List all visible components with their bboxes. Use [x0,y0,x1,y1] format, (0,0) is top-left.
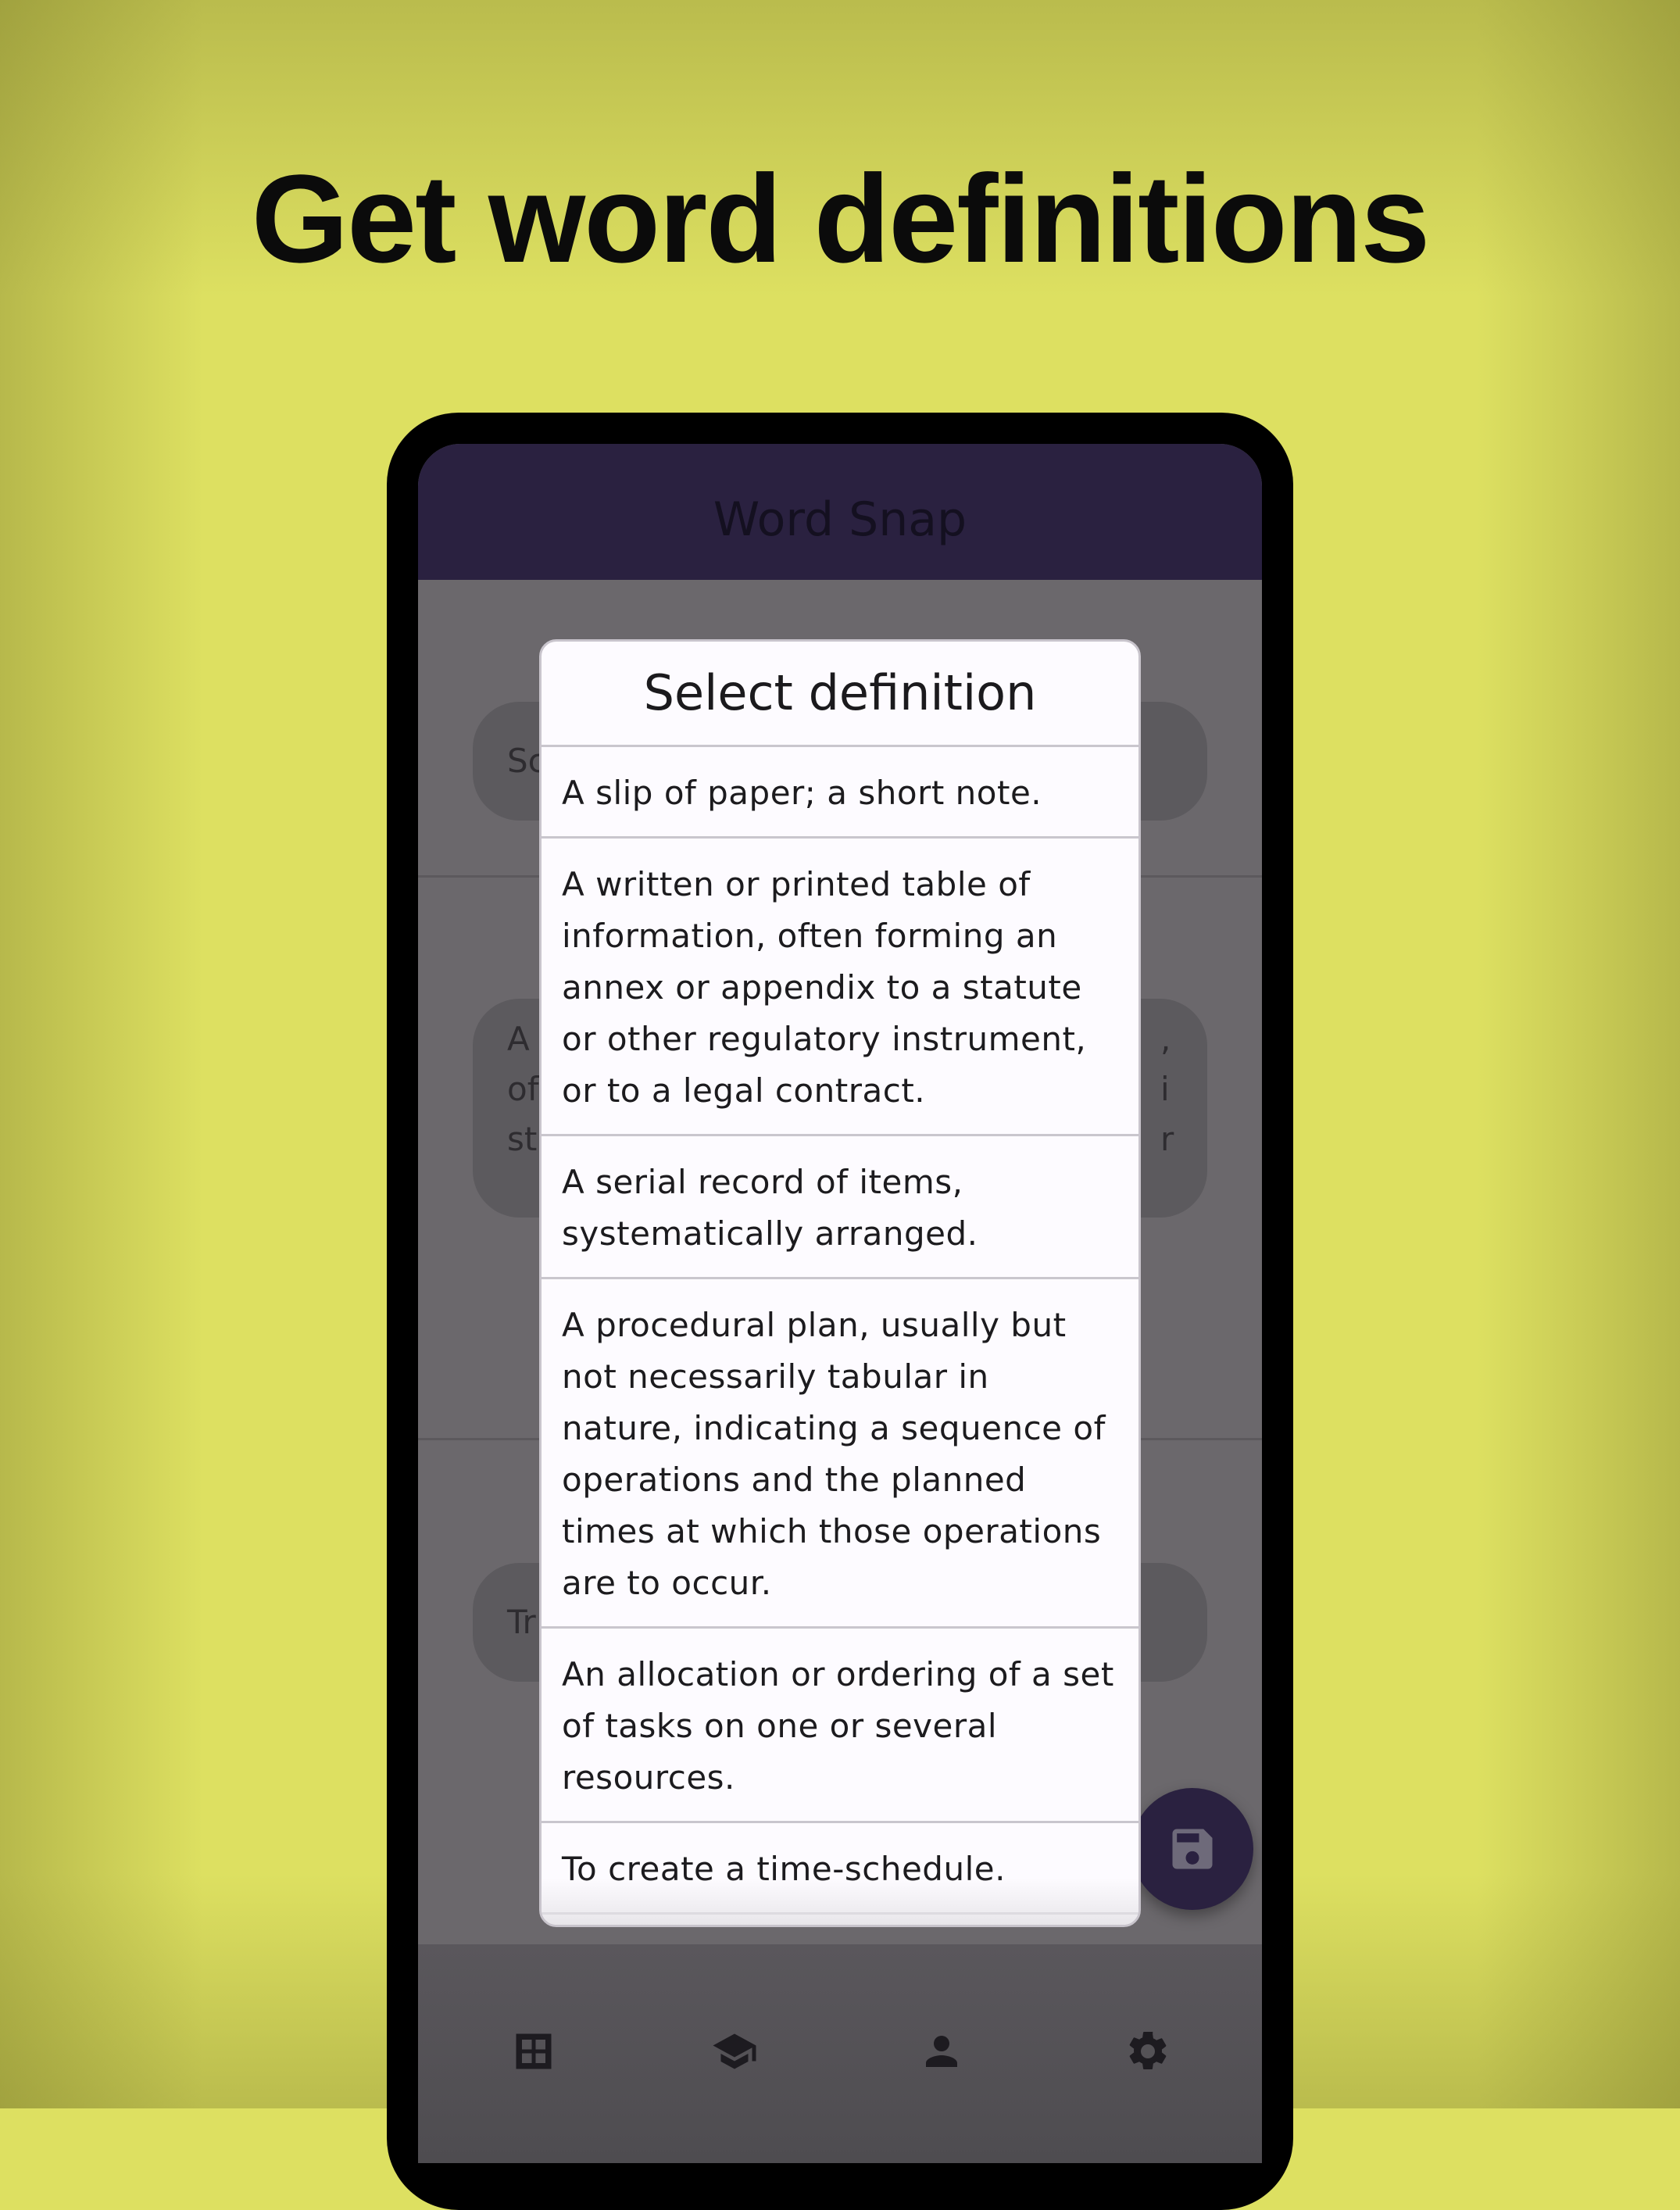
graduation-cap-icon[interactable] [711,2028,758,2075]
person-icon[interactable] [918,2028,965,2075]
definition-text-end-3: r [1160,1120,1174,1158]
scroll-fade [542,1878,1138,1925]
headline: Get word definitions [251,148,1431,288]
gear-icon[interactable] [1124,2028,1171,2075]
select-definition-dialog: Select definition A slip of paper; a sho… [539,639,1141,1927]
definition-text-line-3: st [507,1120,538,1158]
definition-text-end-1: , [1160,1020,1171,1058]
dialog-title: Select definition [542,642,1138,747]
app-title: Word Snap [713,492,967,547]
definition-text-line-2: of [507,1070,539,1108]
dashboard-grid-icon[interactable] [510,2028,557,2075]
definition-option[interactable]: A serial record of items, systematically… [542,1136,1138,1279]
definition-text-line-1: A [507,1020,530,1058]
definition-option[interactable]: A written or printed table of informatio… [542,839,1138,1136]
definition-text-end-2: i [1160,1070,1170,1108]
definition-option[interactable]: An allocation or ordering of a set of ta… [542,1629,1138,1823]
definition-option[interactable]: A slip of paper; a short note. [542,747,1138,839]
app-bar: Word Snap [418,444,1262,580]
definition-option[interactable]: A procedural plan, usually but not neces… [542,1279,1138,1629]
bottom-navigation [418,1944,1262,2163]
save-icon [1172,1829,1213,1869]
save-button[interactable] [1131,1788,1253,1910]
translation-text: Tr [507,1603,536,1641]
